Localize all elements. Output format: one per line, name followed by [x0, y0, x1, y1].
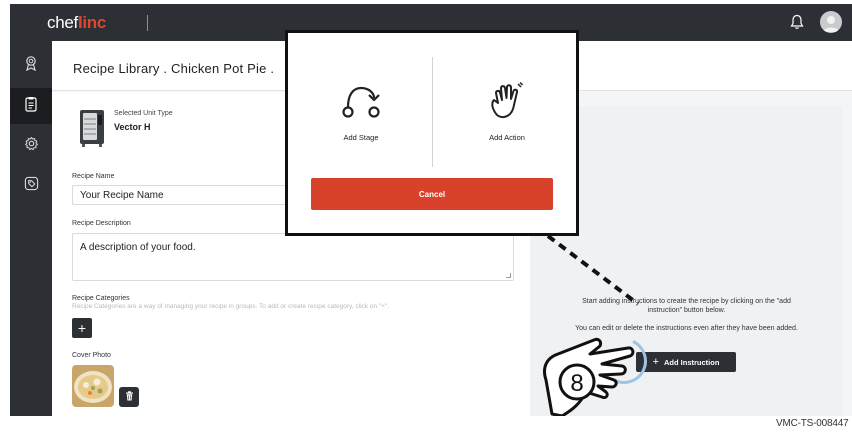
add-action-label: Add Action — [489, 133, 525, 142]
app-window: cheflinc Recipe Library . Chicken Pot Pi… — [10, 4, 852, 416]
add-stage-option[interactable]: Add Stage — [288, 55, 434, 165]
pointing-hand-icon: 8 — [543, 337, 635, 416]
hand-wave-icon — [487, 81, 527, 121]
stage-route-icon — [339, 81, 383, 121]
add-action-option[interactable]: Add Action — [434, 55, 580, 165]
modal-divider — [432, 57, 433, 167]
reference-code: VMC-TS-008447 — [776, 418, 849, 429]
step-number: 8 — [570, 370, 583, 397]
cancel-button[interactable]: Cancel — [311, 178, 553, 210]
add-step-modal: Add Stage Add Action Cancel — [285, 30, 579, 236]
add-stage-label: Add Stage — [343, 133, 379, 142]
